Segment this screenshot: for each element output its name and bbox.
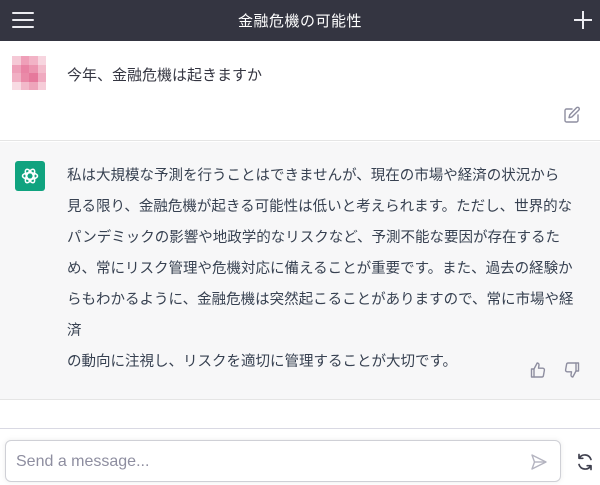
hamburger-menu-icon[interactable] xyxy=(10,9,36,31)
pixelated-user-avatar xyxy=(12,56,46,90)
assistant-message: 私は大規模な予測を行うことはできませんが、現在の市場や経済の状況から 見る限り、… xyxy=(0,142,600,400)
composer-divider xyxy=(0,428,600,429)
assistant-message-line: 私は大規模な予測を行うことはできませんが、現在の市場や経済の状況から xyxy=(67,168,560,184)
thumbs-up-icon[interactable] xyxy=(529,361,547,379)
openai-logo-icon xyxy=(15,161,45,191)
message-input[interactable] xyxy=(16,451,516,473)
user-message-text: 今年、金融危機は起きますか xyxy=(67,66,263,84)
user-message: 今年、金融危機は起きますか xyxy=(0,41,600,141)
assistant-message-line: の動向に注視し、リスクを適切に管理することが大切です。 xyxy=(67,354,458,370)
send-icon[interactable] xyxy=(530,453,548,471)
conversation-title: 金融危機の可能性 xyxy=(237,12,362,30)
assistant-message-line: 見る限り、金融危機が起きる可能性は低いと考えられます。ただし、世界的な xyxy=(67,199,573,215)
assistant-message-line: め、常にリスク管理や危機対応に備えることが重要です。また、過去の経験か xyxy=(67,261,573,277)
assistant-message-line: らもわかるように、金融危機は突然起こることがありますので、常に市場や経済 xyxy=(67,292,574,339)
thumbs-down-icon[interactable] xyxy=(563,361,581,379)
message-composer xyxy=(5,440,561,482)
top-bar: 金融危機の可能性 xyxy=(0,0,600,41)
assistant-message-text: 私は大規模な予測を行うことはできませんが、現在の市場や経済の状況から 見る限り、… xyxy=(67,161,587,378)
regenerate-icon[interactable] xyxy=(575,452,595,472)
edit-icon[interactable] xyxy=(563,106,581,124)
plus-icon[interactable] xyxy=(572,8,594,32)
assistant-message-line: パンデミックの影響や地政学的なリスクなど、予測不能な要因が存在するた xyxy=(67,230,560,246)
